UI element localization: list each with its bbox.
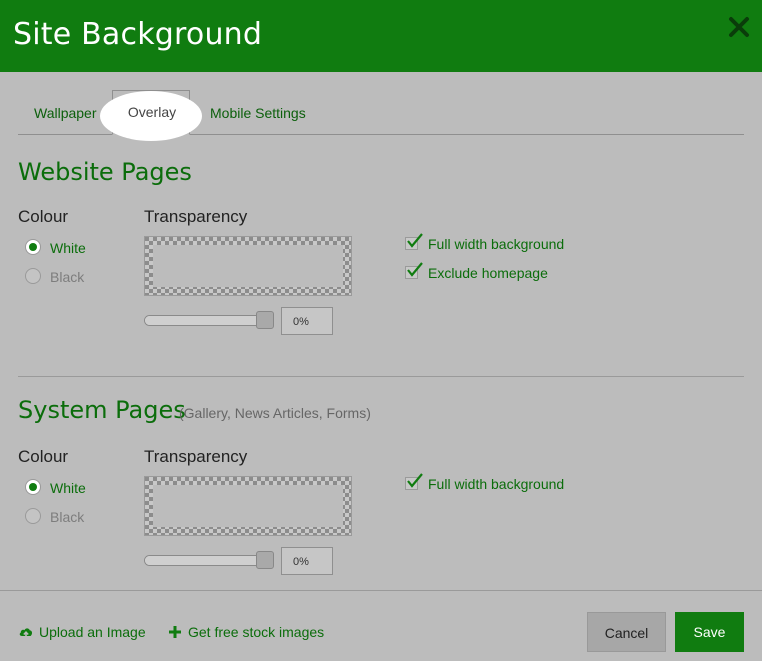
plus-icon [169, 626, 181, 638]
tab-mobile-settings[interactable]: Mobile Settings [210, 90, 306, 134]
close-icon [729, 17, 749, 37]
website-transparency-slider[interactable] [144, 315, 274, 326]
website-transparency-preview [144, 236, 352, 296]
dialog-title: Site Background [13, 17, 263, 52]
checkmark-icon [407, 262, 423, 277]
system-slider-handle[interactable] [256, 551, 274, 569]
system-pages-title: System Pages [18, 396, 186, 424]
system-colour-label: Colour [18, 447, 69, 466]
checkmark-icon [407, 233, 423, 248]
system-transparency-slider[interactable] [144, 555, 274, 566]
upload-image-label: Upload an Image [39, 624, 146, 640]
website-radio-black-label[interactable]: Black [50, 269, 84, 285]
free-stock-images-link[interactable]: Get free stock images [167, 623, 332, 643]
website-radio-white-label[interactable]: White [50, 240, 86, 256]
cancel-button[interactable]: Cancel [587, 612, 666, 652]
website-radio-black[interactable] [25, 268, 41, 284]
system-slider-fill [145, 556, 273, 565]
system-full-width-label: Full width background [428, 476, 565, 492]
tab-overlay[interactable]: Overlay [100, 90, 202, 141]
tab-wallpaper[interactable]: Wallpaper [34, 90, 97, 134]
free-stock-images-label: Get free stock images [188, 624, 325, 640]
system-pages-subtitle: (Gallery, News Articles, Forms) [179, 405, 371, 421]
website-transparency-value[interactable]: 0% [281, 307, 333, 335]
website-slider-fill [145, 316, 273, 325]
system-radio-black[interactable] [25, 508, 41, 524]
dialog-header: Site Background [0, 0, 762, 72]
website-transparency-label: Transparency [144, 207, 248, 226]
system-radio-white-label[interactable]: White [50, 480, 86, 496]
website-full-width-label: Full width background [428, 236, 565, 252]
section-divider [18, 376, 744, 377]
system-transparency-value[interactable]: 0% [281, 547, 333, 575]
website-colour-label: Colour [18, 207, 69, 226]
website-exclude-homepage-label: Exclude homepage [428, 265, 548, 281]
save-button[interactable]: Save [675, 612, 744, 652]
dialog-footer: Upload an Image Get free stock images Ca… [0, 590, 762, 661]
upload-cloud-icon [19, 628, 33, 638]
system-transparency-label: Transparency [144, 447, 248, 466]
tab-bar: Wallpaper Overlay Mobile Settings [18, 90, 744, 141]
system-radio-white[interactable] [25, 479, 41, 495]
system-radio-black-label[interactable]: Black [50, 509, 84, 525]
system-transparency-preview [144, 476, 352, 536]
close-button[interactable] [726, 14, 752, 40]
checkmark-icon [407, 473, 423, 488]
tab-overlay-label: Overlay [127, 104, 177, 120]
upload-image-link[interactable]: Upload an Image [18, 623, 148, 643]
website-slider-handle[interactable] [256, 311, 274, 329]
website-pages-title: Website Pages [18, 158, 192, 186]
website-radio-white[interactable] [25, 239, 41, 255]
